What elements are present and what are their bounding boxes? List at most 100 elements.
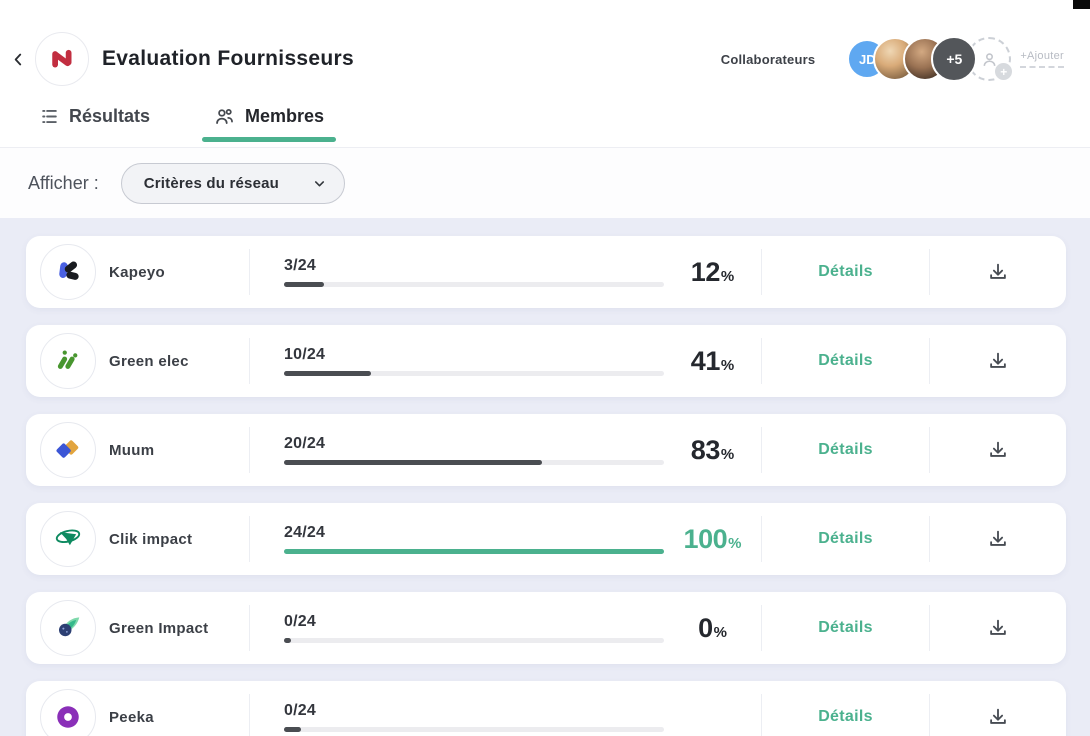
- score-label: 20/24: [284, 435, 664, 453]
- supplier-row: Green Impact 0/24 0% Détails: [26, 592, 1066, 664]
- percent-sign: %: [721, 268, 734, 285]
- progress-bar-fill: [284, 371, 371, 376]
- percent-number: 0: [698, 613, 713, 643]
- details-button[interactable]: Détails: [812, 440, 879, 460]
- tab-results-label: Résultats: [69, 106, 150, 127]
- details-button[interactable]: Détails: [812, 262, 879, 282]
- percent-sign: %: [728, 535, 741, 552]
- download-button[interactable]: [983, 257, 1013, 287]
- divider: [249, 516, 250, 562]
- score-label: 0/24: [284, 613, 664, 631]
- back-button[interactable]: [8, 49, 29, 70]
- supplier-row: Muum 20/24 83% Détails: [26, 414, 1066, 486]
- list-icon: [40, 107, 59, 126]
- download-button[interactable]: [983, 613, 1013, 643]
- score-label: 10/24: [284, 346, 664, 364]
- chevron-down-icon: [312, 176, 327, 191]
- progress-bar: [284, 371, 664, 376]
- supplier-name: Kapeyo: [109, 264, 249, 281]
- progress-bar: [284, 727, 664, 732]
- screen-corner-artifact: [1073, 0, 1090, 9]
- download-icon: [987, 439, 1009, 461]
- progress-section: 0/24: [284, 613, 664, 643]
- clik-impact-logo-icon: [40, 511, 96, 567]
- percent-value: 12%: [664, 257, 761, 288]
- tab-bar: Résultats Membres: [0, 100, 1090, 142]
- progress-bar-fill: [284, 549, 664, 554]
- supplier-name: Muum: [109, 442, 249, 459]
- tab-members[interactable]: Membres: [212, 100, 326, 142]
- percent-number: 12: [691, 257, 720, 287]
- tab-members-label: Membres: [245, 106, 324, 127]
- download-icon: [987, 528, 1009, 550]
- download-icon: [987, 261, 1009, 283]
- avatar-overflow-count[interactable]: +5: [931, 36, 977, 82]
- details-button[interactable]: Détails: [812, 529, 879, 549]
- progress-section: 0/24: [284, 702, 664, 732]
- progress-bar: [284, 460, 664, 465]
- progress-section: 3/24: [284, 257, 664, 287]
- suppliers-list: Kapeyo 3/24 12% Détails Green elec 10/24: [0, 218, 1090, 736]
- divider: [249, 249, 250, 295]
- download-button[interactable]: [983, 435, 1013, 465]
- score-label: 3/24: [284, 257, 664, 275]
- progress-bar: [284, 638, 664, 643]
- supplier-row: Peeka 0/24 % Détails: [26, 681, 1066, 736]
- plus-icon: +: [994, 62, 1013, 81]
- criteria-dropdown[interactable]: Critères du réseau: [121, 163, 345, 204]
- progress-bar-fill: [284, 638, 291, 643]
- percent-sign: %: [714, 624, 727, 641]
- supplier-name: Clik impact: [109, 531, 249, 548]
- progress-bar: [284, 549, 664, 554]
- project-logo: [35, 32, 89, 86]
- supplier-row: Green elec 10/24 41% Détails: [26, 325, 1066, 397]
- n-logo-icon: [47, 44, 77, 74]
- download-button[interactable]: [983, 346, 1013, 376]
- supplier-name: Green elec: [109, 353, 249, 370]
- divider: [249, 694, 250, 736]
- download-button[interactable]: [983, 524, 1013, 554]
- divider: [249, 427, 250, 473]
- filter-bar: Afficher : Critères du réseau: [0, 148, 1090, 218]
- header: Evaluation Fournisseurs Collaborateurs J…: [0, 0, 1090, 148]
- progress-bar: [284, 282, 664, 287]
- supplier-row: Kapeyo 3/24 12% Détails: [26, 236, 1066, 308]
- download-button[interactable]: [983, 702, 1013, 732]
- percent-value: 100%: [664, 524, 761, 555]
- collaborators-avatar-stack: JD +5 +: [847, 36, 1011, 82]
- muum-logo-icon: [40, 422, 96, 478]
- percent-value: 0%: [664, 613, 761, 644]
- details-button[interactable]: Détails: [812, 707, 879, 727]
- tab-results[interactable]: Résultats: [38, 100, 152, 142]
- percent-sign: %: [721, 446, 734, 463]
- percent-sign: %: [721, 357, 734, 374]
- download-icon: [987, 350, 1009, 372]
- chevron-left-icon: [10, 51, 27, 68]
- percent-number: 41: [691, 346, 720, 376]
- score-label: 0/24: [284, 702, 664, 720]
- details-button[interactable]: Détails: [812, 618, 879, 638]
- percent-value: 83%: [664, 435, 761, 466]
- progress-bar-fill: [284, 460, 542, 465]
- green-elec-logo-icon: [40, 333, 96, 389]
- supplier-name: Green Impact: [109, 620, 249, 637]
- details-button[interactable]: Détails: [812, 351, 879, 371]
- header-top: Evaluation Fournisseurs Collaborateurs J…: [0, 0, 1090, 92]
- supplier-row: Clik impact 24/24 100% Détails: [26, 503, 1066, 575]
- progress-section: 20/24: [284, 435, 664, 465]
- percent-number: 100: [684, 524, 728, 554]
- add-collaborator-label[interactable]: +Ajouter: [1020, 50, 1064, 68]
- peeka-logo-icon: [40, 689, 96, 736]
- people-icon: [214, 106, 235, 127]
- percent-value: 41%: [664, 346, 761, 377]
- download-icon: [987, 706, 1009, 728]
- page-title: Evaluation Fournisseurs: [102, 47, 354, 71]
- collaborators-label: Collaborateurs: [721, 52, 816, 67]
- criteria-dropdown-value: Critères du réseau: [144, 175, 279, 192]
- divider: [249, 605, 250, 651]
- percent-number: 83: [691, 435, 720, 465]
- supplier-name: Peeka: [109, 709, 249, 726]
- progress-section: 10/24: [284, 346, 664, 376]
- app-window: Evaluation Fournisseurs Collaborateurs J…: [0, 0, 1090, 736]
- progress-bar-fill: [284, 282, 324, 287]
